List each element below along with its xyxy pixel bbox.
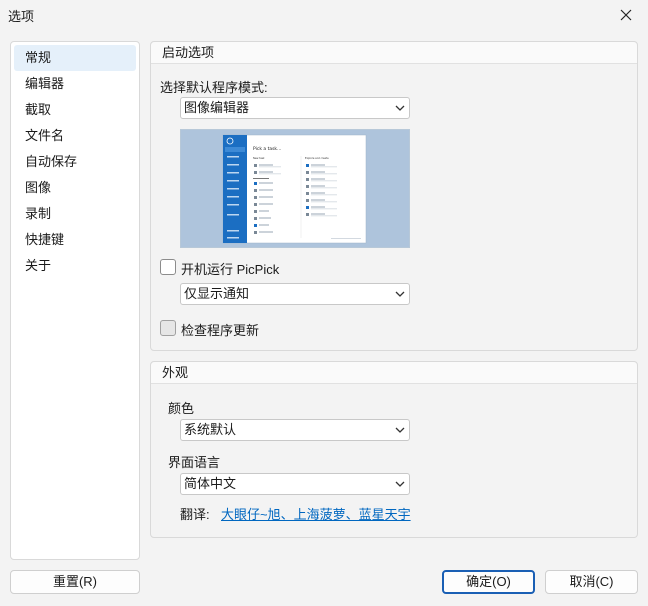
window-title: 选项: [8, 9, 35, 24]
preview-column-left: New task: [253, 156, 265, 160]
sidebar-item-filename[interactable]: 文件名: [14, 123, 136, 149]
sidebar-item-label: 常规: [25, 50, 52, 65]
default-mode-label: 选择默认程序模式:: [160, 80, 268, 95]
color-label: 颜色: [168, 401, 195, 416]
sidebar-item-record[interactable]: 录制: [14, 201, 136, 227]
chevron-down-icon: [395, 291, 405, 297]
check-update-checkbox[interactable]: [160, 320, 176, 336]
sidebar-item-hotkeys[interactable]: 快捷键: [14, 227, 136, 253]
color-value: 系统默认: [184, 422, 237, 437]
language-label: 界面语言: [168, 455, 221, 470]
reset-button[interactable]: 重置(R): [10, 570, 140, 594]
check-update-label: 检查程序更新: [181, 323, 260, 338]
sidebar-item-label: 编辑器: [25, 76, 65, 91]
default-mode-value: 图像编辑器: [184, 100, 250, 115]
mode-preview-image: Pick a task... New task Explore and crea…: [180, 129, 410, 248]
notify-mode-select[interactable]: 仅显示通知: [180, 283, 410, 305]
translation-label: 翻译:: [180, 507, 210, 522]
sidebar-item-label: 快捷键: [25, 232, 65, 247]
sidebar-item-label: 文件名: [25, 128, 65, 143]
language-select[interactable]: 简体中文: [180, 473, 410, 495]
language-value: 简体中文: [184, 476, 237, 491]
default-mode-select[interactable]: 图像编辑器: [180, 97, 410, 119]
ok-button[interactable]: 确定(O): [442, 570, 535, 594]
color-select[interactable]: 系统默认: [180, 419, 410, 441]
notify-mode-value: 仅显示通知: [184, 286, 250, 301]
autorun-checkbox[interactable]: [160, 259, 176, 275]
sidebar-item-capture[interactable]: 截取: [14, 97, 136, 123]
category-sidebar: 常规 编辑器 截取 文件名 自动保存 图像 录制 快捷键 关于: [10, 41, 140, 560]
sidebar-item-label: 录制: [25, 206, 52, 221]
preview-column-right: Explore and create: [305, 156, 329, 160]
cancel-button[interactable]: 取消(C): [545, 570, 638, 594]
title-bar: 选项: [0, 0, 648, 30]
sidebar-item-image[interactable]: 图像: [14, 175, 136, 201]
sidebar-item-label: 图像: [25, 180, 52, 195]
translators-link[interactable]: 大眼仔~旭、上海菠萝、蓝星天宇: [221, 504, 411, 523]
autorun-label: 开机运行 PicPick: [181, 262, 280, 277]
sidebar-item-general[interactable]: 常规: [14, 45, 136, 71]
sidebar-item-label: 截取: [25, 102, 52, 117]
sidebar-item-autosave[interactable]: 自动保存: [14, 149, 136, 175]
group-header-appearance: 外观: [151, 362, 637, 384]
preview-heading: Pick a task...: [253, 146, 281, 152]
chevron-down-icon: [395, 427, 405, 433]
close-icon: [620, 9, 632, 21]
sidebar-item-label: 自动保存: [25, 154, 78, 169]
close-button[interactable]: [614, 4, 638, 26]
group-header-startup: 启动选项: [151, 42, 637, 64]
chevron-down-icon: [395, 105, 405, 111]
sidebar-item-label: 关于: [25, 258, 52, 273]
sidebar-item-about[interactable]: 关于: [14, 253, 136, 279]
sidebar-item-editor[interactable]: 编辑器: [14, 71, 136, 97]
chevron-down-icon: [395, 481, 405, 487]
